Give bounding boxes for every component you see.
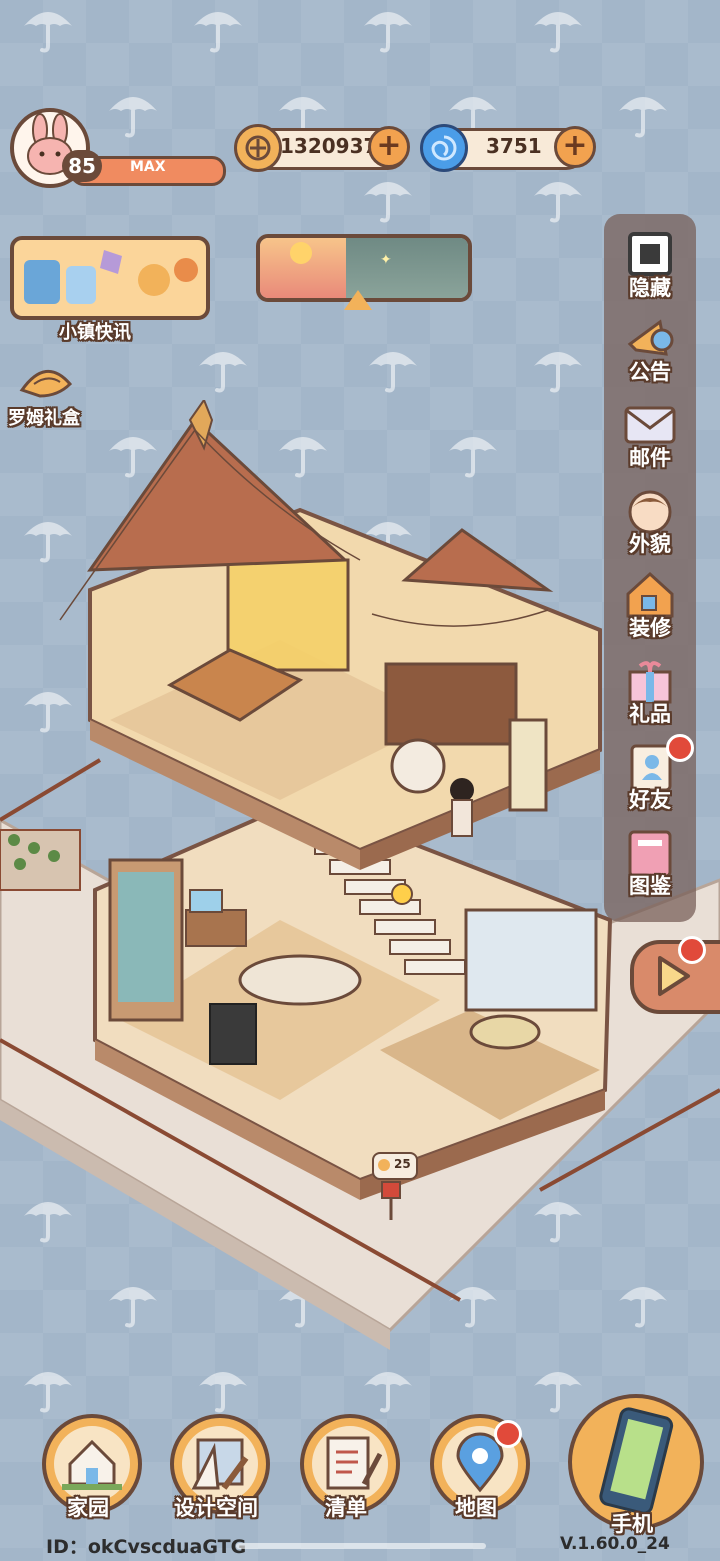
town-news-label: 小镇快讯 [59, 322, 131, 343]
home-indicator[interactable] [236, 1543, 486, 1549]
player-level: 85 [62, 150, 102, 182]
expand-side-button[interactable] [630, 940, 720, 1014]
menu-item-renovate[interactable]: 装修 [604, 566, 696, 650]
day-night-marker-icon[interactable] [344, 290, 372, 310]
menu-item-mail[interactable]: 邮件 [604, 396, 696, 480]
menu-item-announcement[interactable]: 公告 [604, 310, 696, 394]
expand-notification-dot [678, 936, 706, 964]
nav-design-label: 设计空间 [174, 1496, 258, 1520]
menu-item-label: 邮件 [629, 446, 671, 470]
menu-item-gift[interactable]: 礼品 [604, 652, 696, 736]
coin-icon [234, 124, 282, 172]
map-notification-dot [494, 1420, 522, 1448]
add-gems-button[interactable]: + [554, 126, 596, 168]
coin-amount: 1320937 [280, 134, 378, 158]
nav-home-label: 家园 [67, 1496, 109, 1520]
menu-item-label: 公告 [629, 360, 671, 384]
mailbox-count: 25 [394, 1157, 411, 1171]
menu-item-collection[interactable]: 图鉴 [604, 824, 696, 908]
nav-checklist-label: 清单 [325, 1496, 367, 1520]
menu-item-label: 隐藏 [629, 276, 671, 300]
menu-item-label: 礼品 [629, 702, 671, 726]
rom-gift-box-label: 罗姆礼盒 [8, 408, 80, 429]
gift-hat-icon [19, 369, 73, 398]
town-news-banner[interactable] [10, 236, 210, 320]
menu-item-label: 图鉴 [629, 874, 671, 898]
phone-icon [599, 1407, 674, 1515]
add-coins-button[interactable]: + [368, 126, 410, 168]
sun-icon [290, 242, 312, 264]
gem-amount: 3751 [486, 134, 542, 158]
level-status: MAX [130, 159, 166, 175]
menu-item-hide[interactable]: 隐藏 [604, 226, 696, 310]
menu-item-label: 好友 [629, 788, 671, 812]
mailbox-badge[interactable]: 25 [372, 1152, 418, 1180]
right-side-menu: 隐藏 公告 邮件 外貌 装修 礼品 好友 图鉴 [604, 214, 696, 922]
night-sky [346, 238, 468, 298]
star-icon: ✦ [380, 252, 392, 268]
menu-item-appearance[interactable]: 外貌 [604, 482, 696, 566]
rom-gift-box-button[interactable] [18, 360, 74, 404]
menu-item-label: 装修 [629, 616, 671, 640]
gift-notification-dot [666, 734, 694, 762]
version-label: V.1.60.0_24 [560, 1534, 670, 1554]
coin-small-icon [378, 1159, 390, 1171]
user-id: ID：okCvscduaGTG [46, 1536, 247, 1558]
swirl-gem-icon [420, 124, 468, 172]
menu-item-label: 外貌 [629, 532, 671, 556]
nav-map-label: 地图 [455, 1496, 497, 1520]
news-illustration-icon [24, 250, 198, 304]
